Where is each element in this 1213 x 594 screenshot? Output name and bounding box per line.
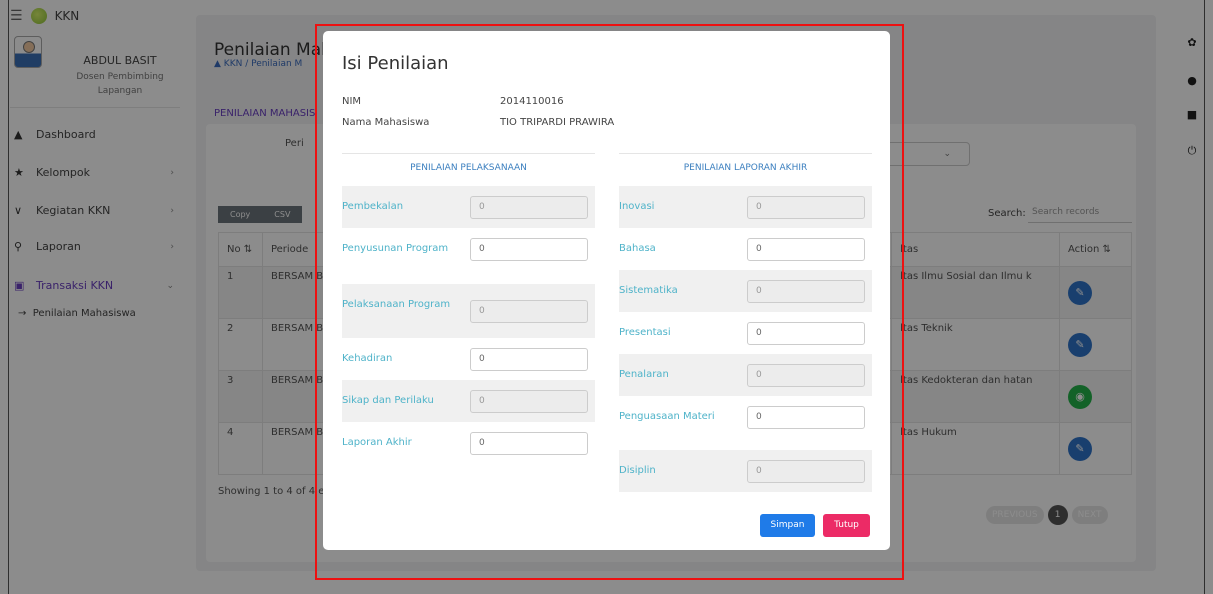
highlight-frame bbox=[315, 24, 904, 580]
